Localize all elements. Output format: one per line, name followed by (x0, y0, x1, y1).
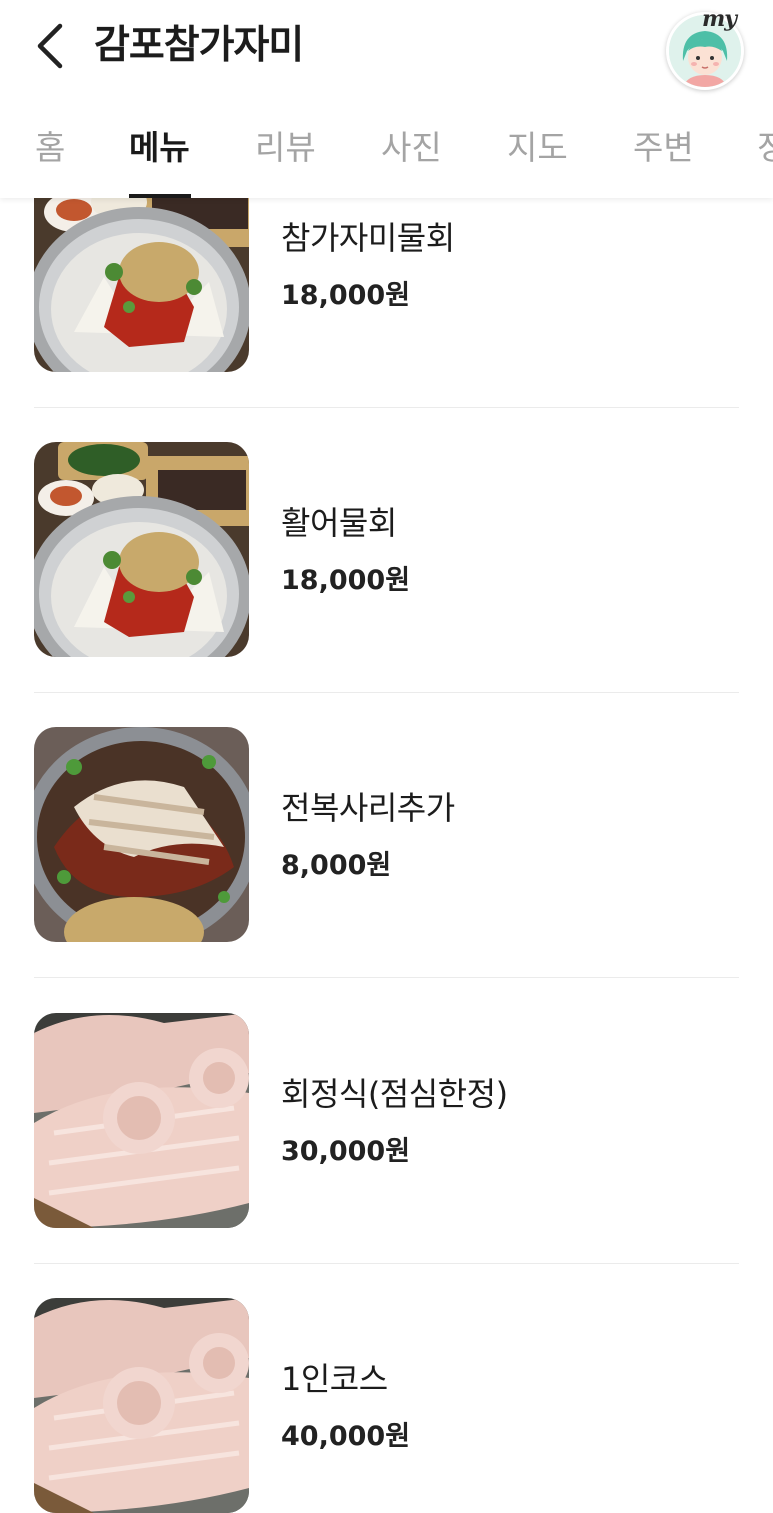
divider (34, 692, 739, 693)
active-tab-indicator (129, 194, 191, 198)
menu-item-name: 1인코스 (281, 1360, 388, 1398)
menu-item-price: 18,000원 (281, 280, 411, 311)
menu-item-photo (34, 1298, 249, 1513)
menu-item-1in-course[interactable]: 1인코스 40,000원 (34, 1298, 739, 1513)
tab-menu[interactable]: 메뉴 (129, 110, 190, 198)
menu-item-hoe-jeongsik[interactable]: 회정식(점심한정) 30,000원 (34, 1013, 739, 1264)
my-label: my (702, 6, 737, 32)
menu-item-photo (34, 727, 249, 942)
menu-item-name: 회정식(점심한정) (281, 1075, 508, 1113)
menu-item-photo (34, 442, 249, 657)
menu-item-name: 참가자미물회 (281, 219, 455, 257)
menu-item-hwareo-mulhoe[interactable]: 활어물회 18,000원 (34, 442, 739, 693)
tab-bar: 홈 메뉴 리뷰 사진 지도 주변 정 (0, 110, 773, 198)
menu-item-photo (34, 1013, 249, 1228)
tab-nearby[interactable]: 주변 (633, 110, 694, 198)
tab-home[interactable]: 홈 (35, 110, 65, 198)
menu-item-price: 8,000원 (281, 850, 392, 881)
tab-review[interactable]: 리뷰 (255, 110, 316, 198)
tab-map[interactable]: 지도 (507, 110, 568, 198)
tab-photo[interactable]: 사진 (381, 110, 442, 198)
chevron-left-icon (37, 23, 63, 69)
menu-item-jeonbok-sari[interactable]: 전복사리추가 8,000원 (34, 727, 739, 978)
divider (34, 977, 739, 978)
menu-item-name: 전복사리추가 (281, 789, 455, 827)
my-profile-button[interactable]: my (664, 6, 748, 90)
back-button[interactable] (22, 18, 78, 74)
app-header: 감포참가자미 my 홈 메뉴 리뷰 사진 지도 주변 정 (0, 0, 773, 198)
divider (34, 407, 739, 408)
menu-item-price: 30,000원 (281, 1136, 411, 1167)
menu-item-name: 활어물회 (281, 504, 397, 542)
menu-item-price: 40,000원 (281, 1421, 411, 1452)
divider (34, 1263, 739, 1264)
page-title: 감포참가자미 (94, 23, 304, 68)
menu-item-price: 18,000원 (281, 565, 411, 596)
tab-info[interactable]: 정 (757, 110, 773, 198)
